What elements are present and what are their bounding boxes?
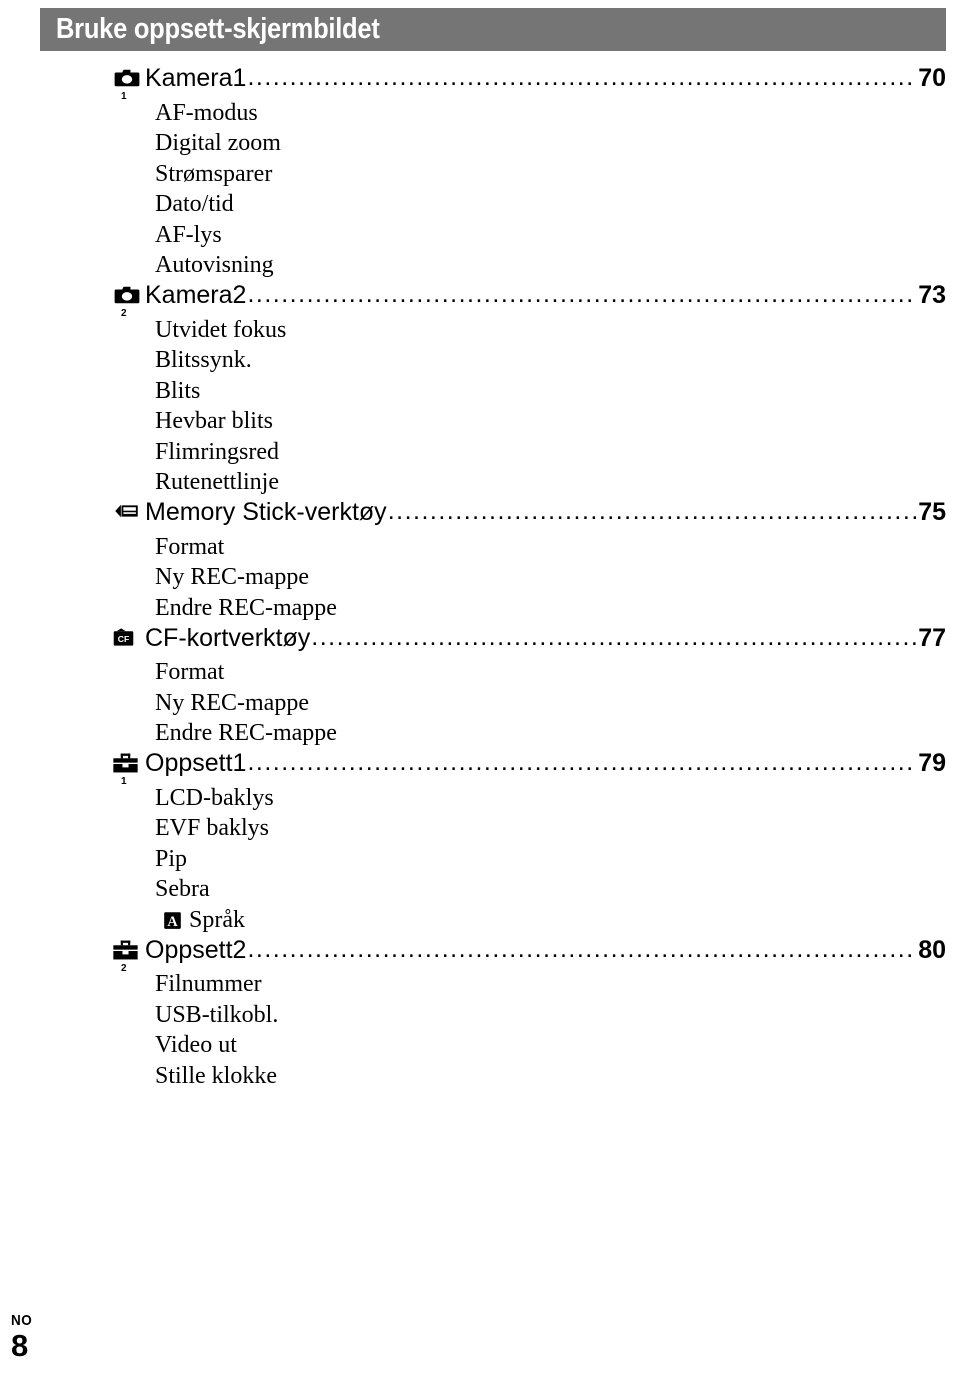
toolbox-icon: 1: [112, 752, 142, 787]
icon-index-label: 2: [121, 308, 127, 319]
toc-sub-item[interactable]: Blits: [0, 376, 960, 407]
toc-sub-item-label: Dato/tid: [155, 191, 234, 218]
toc-sub-item-label: Ny REC-mappe: [155, 689, 309, 716]
toc-section-page-number: 77: [918, 623, 946, 652]
toc-dot-leader: ........................................…: [247, 63, 916, 91]
toc-sub-item[interactable]: USB-tilkobl.: [0, 1000, 960, 1031]
toc-sub-item-label: Rutenettlinje: [155, 469, 279, 496]
toc-section-page-number: 70: [918, 64, 946, 92]
toc-sub-item[interactable]: Rutenettlinje: [0, 468, 960, 499]
toc-sub-item-label: USB-tilkobl.: [155, 1001, 279, 1028]
toc-sub-item-label: Blits: [155, 377, 201, 404]
toc-dot-leader: ........................................…: [387, 497, 917, 525]
toc-section-page-number: 79: [918, 749, 946, 777]
toc-sub-item-label: Autovisning: [155, 252, 274, 279]
toc-sub-item-label: Format: [155, 533, 225, 560]
toc-section-label: Memory Stick-verktøy: [145, 498, 387, 526]
toc-sub-item[interactable]: Dato/tid: [0, 190, 960, 221]
toc-sub-item[interactable]: Format: [0, 658, 960, 689]
toc-section-row[interactable]: 2 Oppsett2...............................…: [0, 934, 960, 973]
toc-sub-item-label: AF-modus: [155, 99, 258, 126]
toc-sub-item-label: Språk: [189, 906, 245, 933]
icon-index-label: 1: [121, 776, 127, 787]
icon-index-label: 2: [121, 962, 127, 974]
toc-sub-item[interactable]: Utvidet fokus: [0, 315, 960, 346]
toc-section-page-number: 73: [918, 281, 946, 309]
toc-section-label: Oppsett2: [145, 935, 247, 964]
toc-sub-item[interactable]: Endre REC-mappe: [0, 593, 960, 624]
toc-section-label: Kamera1: [145, 64, 247, 92]
toc-sub-item-label: Utvidet fokus: [155, 316, 287, 343]
toc-sub-item-label: Endre REC-mappe: [155, 720, 337, 747]
toc-sub-item[interactable]: Stille klokke: [0, 1061, 960, 1092]
toc-section-page-number: 75: [918, 498, 946, 526]
toc-sub-item[interactable]: LCD-baklys: [0, 783, 960, 814]
toc-sub-item[interactable]: AF-lys: [0, 220, 960, 251]
icon-index-label: 1: [121, 91, 127, 102]
toc-section-row[interactable]: CF CF-kortverktøy........................…: [0, 622, 960, 658]
toc-dot-leader: ........................................…: [247, 280, 916, 308]
toc-sub-item-label: Format: [155, 659, 225, 686]
toc-sub-item[interactable]: Pip: [0, 844, 960, 875]
document-page: Bruke oppsett-skjermbildet 1 Kamera1.....…: [0, 0, 960, 1381]
toc-sub-item[interactable]: Autovisning: [0, 251, 960, 282]
toc-sub-item-label: Stille klokke: [155, 1062, 277, 1089]
toc-section-label: Kamera2: [145, 281, 247, 309]
toc-sub-item-label: Strømsparer: [155, 160, 273, 187]
toc-sub-item[interactable]: Digital zoom: [0, 129, 960, 160]
svg-text:A: A: [167, 914, 178, 930]
camera-icon: 2: [112, 284, 142, 319]
toc-dot-leader: ........................................…: [311, 622, 916, 651]
toc-dot-leader: ........................................…: [247, 934, 916, 963]
toc-dot-leader: ........................................…: [247, 748, 916, 776]
toc-section-row[interactable]: Memory Stick-verktøy....................…: [0, 497, 960, 532]
memory-stick-icon: [112, 501, 142, 531]
toc-sub-item-label: Pip: [155, 845, 188, 872]
toc-section-page-number: 80: [918, 935, 946, 964]
toc-sub-item[interactable]: Ny REC-mappe: [0, 688, 960, 719]
toc-sub-item[interactable]: Video ut: [0, 1031, 960, 1062]
toc-sub-item[interactable]: Blitssynk.: [0, 346, 960, 377]
toc-sub-item[interactable]: Filnummer: [0, 970, 960, 1001]
toc-sub-item-label: Blitssynk.: [155, 347, 252, 374]
table-of-contents: 1 Kamera1................................…: [0, 63, 960, 1092]
toc-sub-item-label: Flimringsred: [155, 438, 279, 465]
toc-sub-item-label: Filnummer: [155, 971, 262, 998]
toc-sub-item-label: AF-lys: [155, 221, 222, 248]
page-title: Bruke oppsett-skjermbildet: [56, 13, 380, 45]
toc-section-row[interactable]: 1 Kamera1................................…: [0, 63, 960, 102]
toc-sub-item-label: LCD-baklys: [155, 784, 274, 811]
toc-sub-item-label: Hevbar blits: [155, 408, 273, 435]
footer-page-number: 8: [11, 1328, 29, 1364]
toc-sub-item[interactable]: AF-modus: [0, 98, 960, 129]
toc-sub-item[interactable]: Format: [0, 532, 960, 563]
toc-sub-item-label: Endre REC-mappe: [155, 594, 337, 621]
toc-section-label: Oppsett1: [145, 749, 247, 777]
toc-section-row[interactable]: 1 Oppsett1...............................…: [0, 748, 960, 787]
toc-sub-item[interactable]: Hevbar blits: [0, 407, 960, 438]
toc-sub-item-label: EVF baklys: [155, 815, 269, 842]
page-footer: NO 8: [11, 1313, 35, 1363]
toc-sub-item[interactable]: EVF baklys: [0, 814, 960, 845]
toc-sub-item-label: Video ut: [155, 1032, 237, 1059]
toc-sub-item[interactable]: Endre REC-mappe: [0, 719, 960, 750]
toc-sub-item[interactable]: Ny REC-mappe: [0, 563, 960, 594]
footer-language-code: NO: [11, 1312, 33, 1330]
page-header-bar: Bruke oppsett-skjermbildet: [40, 8, 946, 51]
toc-sub-item-label: Sebra: [155, 876, 210, 903]
toc-sub-item[interactable]: Strømsparer: [0, 159, 960, 190]
toc-sub-item[interactable]: Flimringsred: [0, 437, 960, 468]
toc-sub-item[interactable]: A Språk: [0, 905, 960, 936]
camera-icon: 1: [112, 67, 142, 102]
toc-sub-item-label: Ny REC-mappe: [155, 564, 309, 591]
toc-section-row[interactable]: 2 Kamera2................................…: [0, 280, 960, 319]
svg-text:CF: CF: [118, 634, 129, 644]
cf-card-icon: CF: [112, 627, 142, 657]
toc-sub-item[interactable]: Sebra: [0, 875, 960, 906]
toc-section-label: CF-kortverktøy: [145, 623, 311, 652]
language-a-icon: A: [163, 911, 182, 930]
toc-sub-item-label: Digital zoom: [155, 130, 281, 157]
toolbox-icon: 2: [112, 939, 142, 973]
